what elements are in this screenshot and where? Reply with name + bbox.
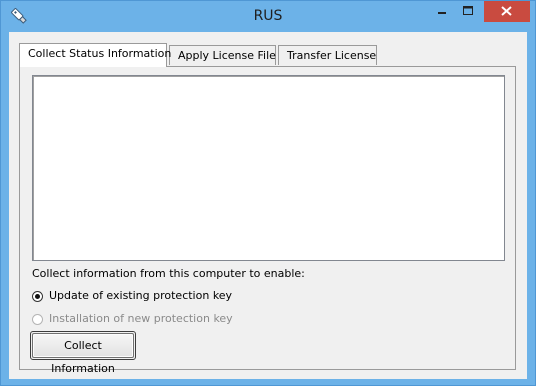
rus-window: RUS Collect Status Information Apply Lic… xyxy=(0,0,536,386)
collect-information-button[interactable]: Collect Information xyxy=(32,333,134,375)
maximize-icon xyxy=(463,6,473,15)
update-protection-key-radio[interactable] xyxy=(32,291,43,302)
collect-instruction-label: Collect information from this computer t… xyxy=(32,267,305,280)
collect-status-panel: Collect information from this computer t… xyxy=(19,66,516,375)
tab-transfer-license[interactable]: Transfer License xyxy=(278,45,377,65)
status-output-textbox[interactable] xyxy=(32,75,505,261)
install-protection-key-radio xyxy=(32,314,43,325)
client-area: Collect Status Information Apply License… xyxy=(9,32,527,379)
close-button[interactable] xyxy=(484,1,530,22)
title-bar[interactable]: RUS xyxy=(1,1,535,32)
minimize-button[interactable] xyxy=(429,1,455,22)
tab-apply-license-file[interactable]: Apply License File xyxy=(169,45,276,65)
maximize-button[interactable] xyxy=(455,1,481,22)
close-icon xyxy=(501,6,512,16)
install-protection-key-label: Installation of new protection key xyxy=(49,312,233,325)
tab-collect-status-information[interactable]: Collect Status Information xyxy=(19,43,171,67)
minimize-icon xyxy=(438,12,446,14)
update-protection-key-label: Update of existing protection key xyxy=(49,289,233,302)
